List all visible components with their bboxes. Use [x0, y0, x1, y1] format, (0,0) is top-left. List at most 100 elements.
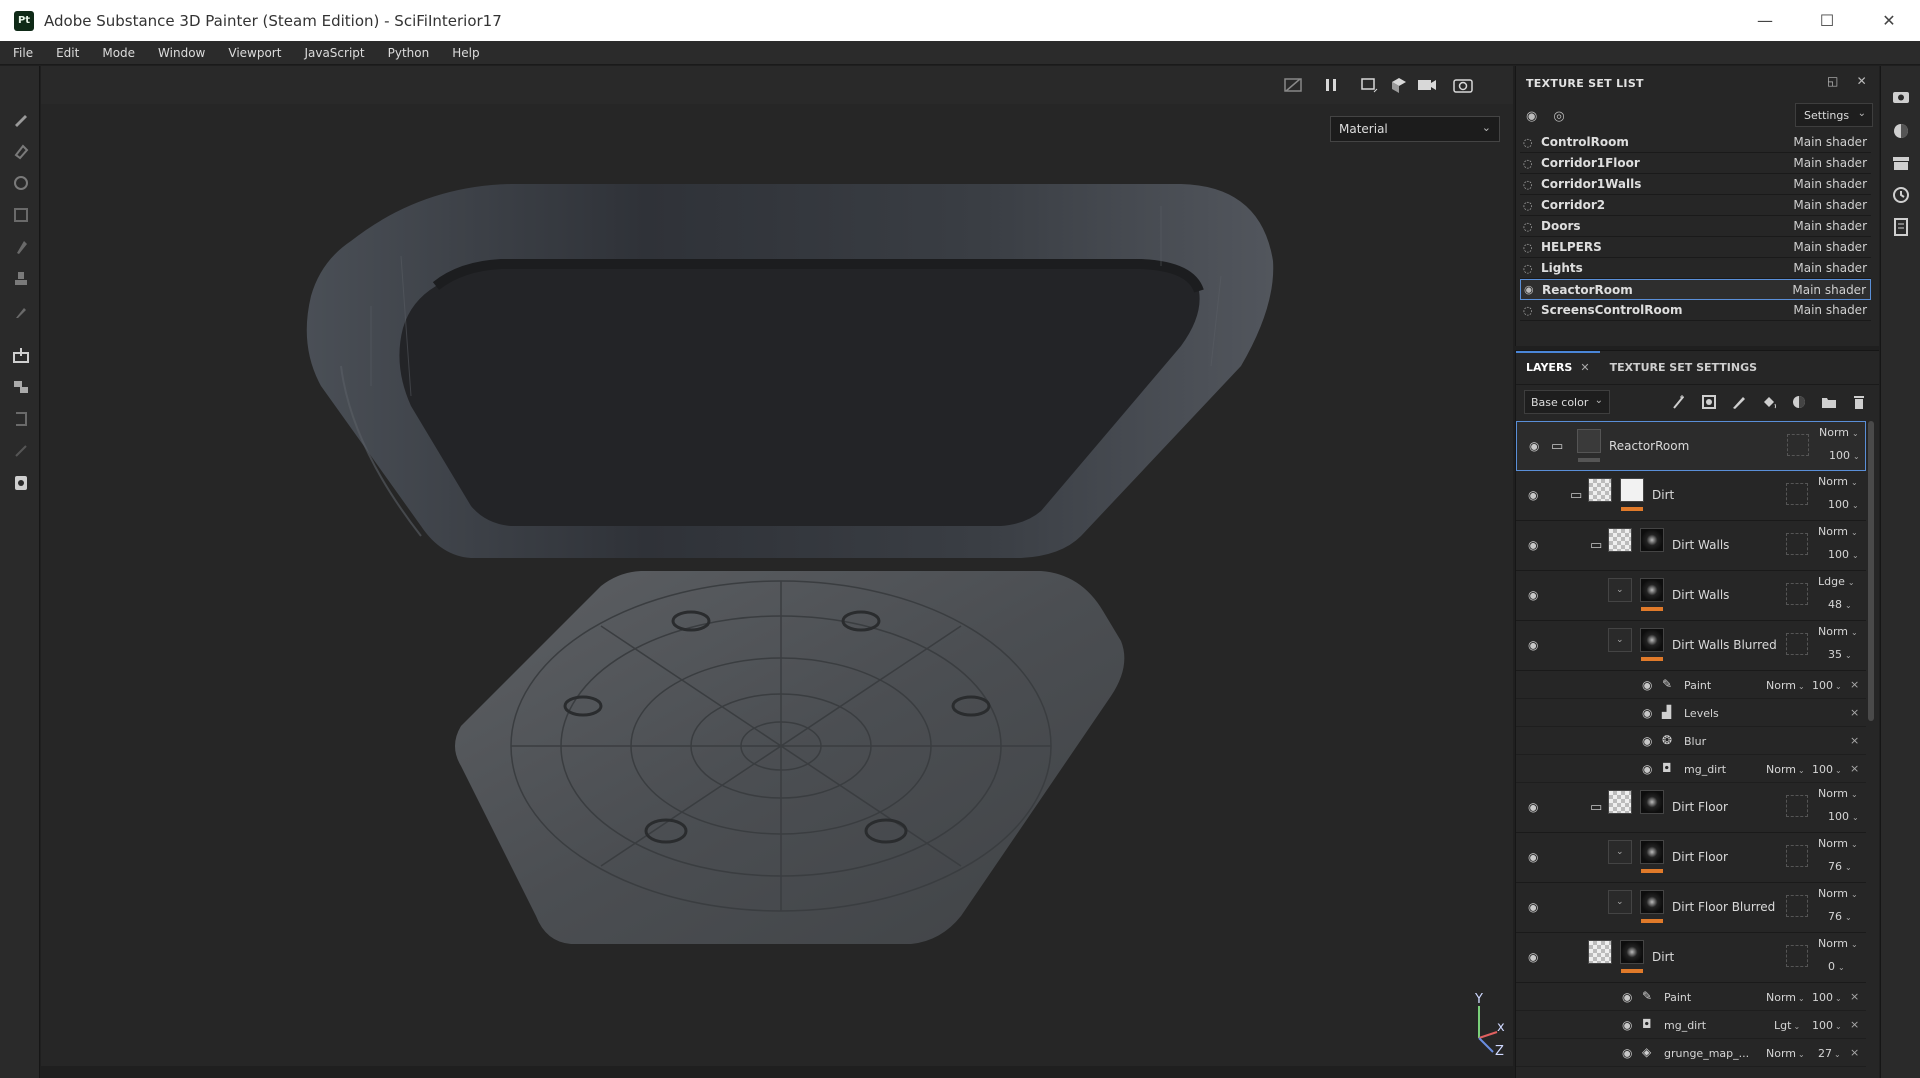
eye-icon[interactable]: ◉ [1528, 900, 1538, 914]
opacity-select[interactable]: 76 ⌄ [1828, 910, 1852, 923]
mask-effect-row[interactable]: ◉ ◈ grunge_map_... Norm ⌄ 27 ⌄ × [1516, 1039, 1866, 1067]
bake-icon[interactable] [8, 342, 34, 368]
folder-icon[interactable]: ▭ [1551, 439, 1563, 454]
opacity-select[interactable]: 76 ⌄ [1828, 860, 1852, 873]
assets-icon[interactable] [1890, 152, 1912, 174]
smudge-icon[interactable] [8, 234, 34, 260]
polygon-fill-icon[interactable] [8, 202, 34, 228]
effect-blend-select[interactable]: Norm ⌄ [1766, 679, 1805, 692]
shader-name[interactable]: Main shader [1793, 261, 1867, 275]
effect-blend-select[interactable]: Lgt ⌄ [1774, 1019, 1800, 1032]
paint-brush-icon[interactable] [8, 106, 34, 132]
mask-effect-row[interactable]: ◉ ◘ mg_dirt Norm ⌄ 100 ⌄ × [1516, 755, 1866, 783]
layer-row[interactable]: ◉ Dirt Floor Norm⌄ 76⌄ [1516, 833, 1866, 883]
folder-icon[interactable]: ▭ [1590, 800, 1602, 815]
blend-mode-select[interactable]: Norm ⌄ [1818, 787, 1858, 800]
remove-effect-icon[interactable]: × [1850, 990, 1859, 1003]
view-2d-icon[interactable] [1357, 74, 1381, 96]
effect-opacity-select[interactable]: 100 ⌄ [1812, 763, 1842, 776]
layer-name[interactable]: Dirt Walls Blurred [1672, 638, 1777, 652]
add-fill-layer-icon[interactable] [1759, 392, 1779, 412]
shader-name[interactable]: Main shader [1793, 156, 1867, 170]
geometry-mask-icon[interactable] [8, 374, 34, 400]
shader-name[interactable]: Main shader [1793, 219, 1867, 233]
folder-icon[interactable]: ▭ [1570, 488, 1582, 503]
blend-mode-select[interactable]: Norm ⌄ [1818, 625, 1858, 638]
eye-icon[interactable]: ◌ [1523, 220, 1539, 233]
effect-opacity-select[interactable]: 100 ⌄ [1812, 679, 1842, 692]
effect-blend-select[interactable]: Norm ⌄ [1766, 991, 1805, 1004]
mask-effect-row[interactable]: ◉ ◘ mg_dirt Lgt ⌄ 100 ⌄ × [1516, 1011, 1866, 1039]
eye-icon[interactable]: ◉ [1642, 734, 1652, 748]
add-folder-icon[interactable] [1819, 392, 1839, 412]
display-settings-icon[interactable] [1890, 86, 1912, 108]
menu-viewport[interactable]: Viewport [215, 46, 291, 60]
eye-icon[interactable]: ◉ [1642, 762, 1652, 776]
eye-icon[interactable]: ◉ [1529, 439, 1539, 453]
eye-icon[interactable]: ◉ [1524, 283, 1540, 296]
menu-help[interactable]: Help [439, 46, 489, 60]
close-button[interactable]: ✕ [1858, 0, 1920, 41]
texture-set-row[interactable]: ◌ Lights Main shader [1520, 258, 1871, 279]
blend-mode-select[interactable]: Ldge ⌄ [1818, 575, 1855, 588]
add-effect-icon[interactable] [1669, 392, 1689, 412]
add-smart-material-icon[interactable] [1789, 392, 1809, 412]
effect-opacity-select[interactable]: 27 ⌄ [1818, 1047, 1841, 1060]
eraser-icon[interactable] [8, 138, 34, 164]
layer-row[interactable]: ◉ ▭ ReactorRoom Norm ⌄ 100 ⌄ [1516, 421, 1866, 471]
opacity-select[interactable]: 0 ⌄ [1828, 960, 1845, 973]
layer-row[interactable]: ◉ Dirt Walls Blurred Norm⌄ 35⌄ [1516, 621, 1866, 671]
remove-effect-icon[interactable]: × [1850, 1018, 1859, 1031]
eye-icon[interactable]: ◉ [1642, 678, 1652, 692]
layer-name[interactable]: Dirt Walls [1672, 588, 1729, 602]
shader-name[interactable]: Main shader [1793, 240, 1867, 254]
effect-blend-select[interactable]: Norm ⌄ [1766, 763, 1805, 776]
close-tab-icon[interactable]: ✕ [1580, 361, 1589, 374]
shader-name[interactable]: Main shader [1793, 177, 1867, 191]
display-mode-dropdown[interactable]: Material ⌄ [1330, 116, 1500, 142]
opacity-select[interactable]: 100 ⌄ [1828, 810, 1859, 823]
settings-dropdown[interactable]: Settings ⌄ [1795, 103, 1873, 127]
eye-icon[interactable]: ◉ [1528, 850, 1538, 864]
layer-name[interactable]: Dirt Walls [1672, 538, 1729, 552]
layer-name[interactable]: Dirt Floor [1672, 800, 1728, 814]
3d-viewport[interactable]: Material ⌄ Y x Z [41, 66, 1513, 1066]
blend-mode-select[interactable]: Norm ⌄ [1818, 937, 1858, 950]
remove-effect-icon[interactable]: × [1850, 678, 1859, 691]
menu-javascript[interactable]: JavaScript [291, 46, 374, 60]
add-paint-layer-icon[interactable] [1729, 392, 1749, 412]
opacity-select[interactable]: 100 ⌄ [1829, 449, 1860, 462]
remove-effect-icon[interactable]: × [1850, 706, 1859, 719]
color-picker-icon[interactable] [8, 298, 34, 324]
texture-set-row[interactable]: ◌ Doors Main shader [1520, 216, 1871, 237]
shader-name[interactable]: Main shader [1793, 303, 1867, 317]
eye-icon[interactable]: ◌ [1523, 178, 1539, 191]
eye-icon[interactable]: ◉ [1528, 950, 1538, 964]
effect-blend-select[interactable]: Norm ⌄ [1766, 1047, 1805, 1060]
shader-name[interactable]: Main shader [1793, 135, 1867, 149]
opacity-select[interactable]: 35 ⌄ [1828, 648, 1852, 661]
blend-mode-select[interactable]: Norm ⌄ [1818, 837, 1858, 850]
projection-icon[interactable] [8, 170, 34, 196]
layer-name[interactable]: ReactorRoom [1609, 439, 1689, 453]
eye-icon[interactable]: ◉ [1528, 538, 1538, 552]
layer-row[interactable]: ◉ ▭ Dirt Norm ⌄ 100 ⌄ [1516, 471, 1866, 521]
log-icon[interactable] [1890, 216, 1912, 238]
layer-name[interactable]: Dirt Floor Blurred [1672, 900, 1775, 914]
delete-layer-icon[interactable] [1849, 392, 1869, 412]
menu-python[interactable]: Python [375, 46, 440, 60]
shader-settings-icon[interactable] [1890, 120, 1912, 142]
texture-set-row[interactable]: ◌ ControlRoom Main shader [1520, 132, 1871, 153]
folder-icon[interactable]: ▭ [1590, 538, 1602, 553]
blend-mode-select[interactable]: Norm ⌄ [1818, 887, 1858, 900]
texture-set-row[interactable]: ◌ Corridor2 Main shader [1520, 195, 1871, 216]
layer-row[interactable]: ◉ ▭ Dirt Floor Norm ⌄ 100 ⌄ [1516, 783, 1866, 833]
layer-name[interactable]: Dirt Floor [1672, 850, 1728, 864]
blend-mode-select[interactable]: Norm ⌄ [1819, 426, 1859, 439]
screenshot-icon[interactable] [1451, 74, 1475, 96]
visibility-toggle-icon[interactable]: ◉ [1526, 109, 1537, 124]
effect-opacity-select[interactable]: 100 ⌄ [1812, 1019, 1842, 1032]
layer-row[interactable]: ◉ ▭ Dirt Walls Norm ⌄ 100 ⌄ [1516, 521, 1866, 571]
anchor-icon[interactable] [8, 438, 34, 464]
eye-icon[interactable]: ◎ [1553, 109, 1564, 124]
